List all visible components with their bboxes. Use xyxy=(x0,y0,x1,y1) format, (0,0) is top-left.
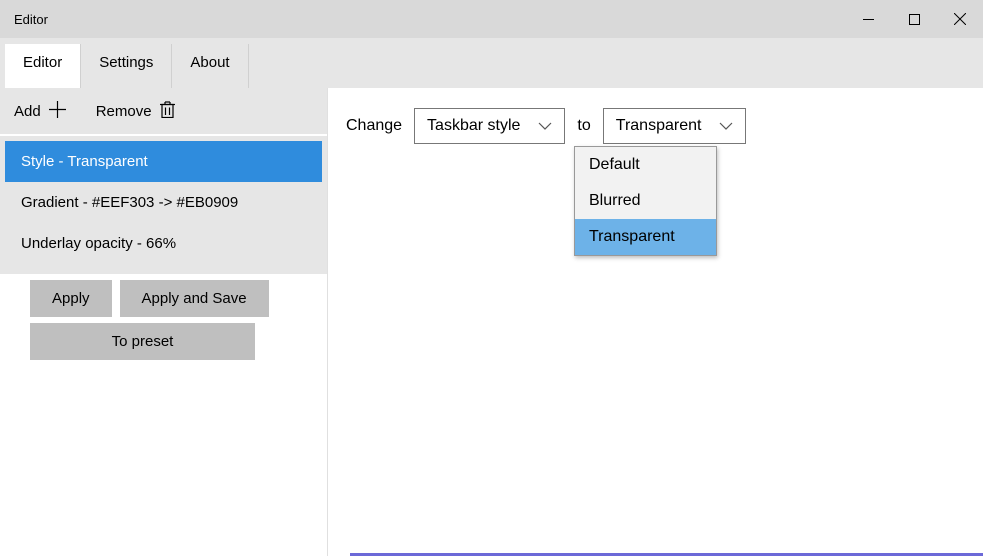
chevron-down-icon xyxy=(719,122,733,130)
tab-settings[interactable]: Settings xyxy=(81,44,172,88)
trash-icon xyxy=(160,101,175,122)
apply-save-button[interactable]: Apply and Save xyxy=(120,280,269,317)
button-label: To preset xyxy=(112,333,174,350)
dropdown-option[interactable]: Blurred xyxy=(575,183,716,219)
tab-about[interactable]: About xyxy=(172,44,248,88)
option-label: Blurred xyxy=(589,192,641,209)
change-label: Change xyxy=(346,117,402,135)
action-row-2: To preset xyxy=(0,317,327,360)
plus-icon xyxy=(49,101,66,122)
close-button[interactable] xyxy=(937,0,983,38)
content-area: Add Remove Style - Transparent Gradient … xyxy=(0,88,983,556)
option-label: Transparent xyxy=(589,228,675,245)
rules-list: Style - Transparent Gradient - #EEF303 -… xyxy=(0,136,327,274)
value-dropdown: Default Blurred Transparent xyxy=(574,146,717,256)
tab-label: Settings xyxy=(99,54,153,71)
rule-sentence: Change Taskbar style to Transparent xyxy=(346,108,965,144)
add-button[interactable]: Add xyxy=(14,101,66,122)
button-label: Apply xyxy=(52,290,90,307)
tab-label: About xyxy=(190,54,229,71)
option-label: Default xyxy=(589,156,640,173)
combo-value: Taskbar style xyxy=(427,117,520,135)
list-item[interactable]: Style - Transparent xyxy=(5,141,322,182)
to-label: to xyxy=(577,117,590,135)
action-row-1: Apply Apply and Save xyxy=(0,274,327,317)
left-panel: Add Remove Style - Transparent Gradient … xyxy=(0,88,328,556)
to-preset-button[interactable]: To preset xyxy=(30,323,255,360)
chevron-down-icon xyxy=(538,122,552,130)
list-toolbar: Add Remove xyxy=(0,88,327,136)
dropdown-option[interactable]: Default xyxy=(575,147,716,183)
window-title: Editor xyxy=(14,12,48,27)
list-item-label: Style - Transparent xyxy=(21,153,148,170)
title-bar: Editor xyxy=(0,0,983,38)
remove-label: Remove xyxy=(96,103,152,120)
tab-editor[interactable]: Editor xyxy=(5,44,81,88)
tab-strip: Editor Settings About xyxy=(0,38,983,88)
value-combobox[interactable]: Transparent xyxy=(603,108,747,144)
remove-button[interactable]: Remove xyxy=(96,101,175,122)
list-item[interactable]: Gradient - #EEF303 -> #EB0909 xyxy=(5,182,322,223)
list-item-label: Underlay opacity - 66% xyxy=(21,235,176,252)
list-item[interactable]: Underlay opacity - 66% xyxy=(5,223,322,264)
button-label: Apply and Save xyxy=(142,290,247,307)
list-item-label: Gradient - #EEF303 -> #EB0909 xyxy=(21,194,238,211)
tab-label: Editor xyxy=(23,54,62,71)
right-panel: Change Taskbar style to Transparent Defa… xyxy=(328,88,983,556)
maximize-button[interactable] xyxy=(891,0,937,38)
dropdown-option[interactable]: Transparent xyxy=(575,219,716,255)
property-combobox[interactable]: Taskbar style xyxy=(414,108,565,144)
add-label: Add xyxy=(14,103,41,120)
minimize-button[interactable] xyxy=(845,0,891,38)
combo-value: Transparent xyxy=(616,117,702,135)
apply-button[interactable]: Apply xyxy=(30,280,112,317)
